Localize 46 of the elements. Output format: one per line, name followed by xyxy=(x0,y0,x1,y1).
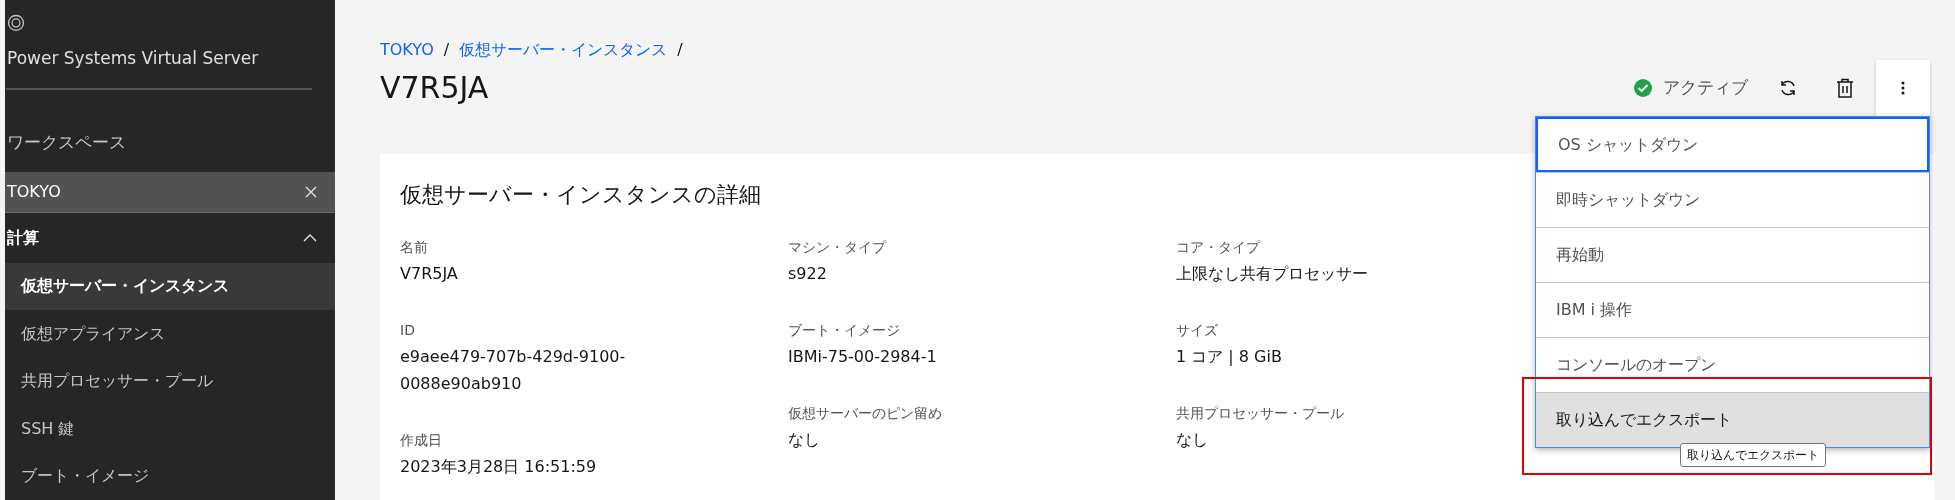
close-icon[interactable] xyxy=(305,186,317,199)
tooltip: 取り込んでエクスポート xyxy=(1680,443,1826,467)
field-label: 作成日 xyxy=(400,431,443,450)
workspace-label: ワークスペース xyxy=(7,131,127,155)
field-value: 上限なし共有プロセッサー xyxy=(1176,263,1369,285)
field-value: なし xyxy=(1176,429,1209,451)
product-title: Power Systems Virtual Server xyxy=(7,46,260,70)
field-value: なし xyxy=(788,429,821,451)
trash-icon[interactable] xyxy=(1836,78,1854,98)
menu-item[interactable]: IBM i 操作 xyxy=(1536,282,1929,337)
sidebar-item[interactable]: ブート・イメージ xyxy=(5,452,335,500)
field-value: 2023年3月28日 16:51:59 xyxy=(400,456,598,478)
overflow-icon xyxy=(1901,81,1905,95)
page-title: V7R5JA xyxy=(380,69,490,107)
workspace-selector[interactable]: TOKYO xyxy=(5,171,335,214)
field-label: サイズ xyxy=(1176,321,1219,340)
workspace-name: TOKYO xyxy=(7,181,61,204)
menu-item[interactable]: OS シャットダウン xyxy=(1536,117,1929,172)
field-label: 名前 xyxy=(400,238,429,257)
field-label: 共用プロセッサー・プール xyxy=(1176,404,1345,423)
breadcrumb-link[interactable]: TOKYO xyxy=(380,38,434,62)
section-header[interactable]: 計算 xyxy=(5,213,335,263)
field-label: マシン・タイプ xyxy=(788,238,888,257)
sidebar-item[interactable]: 仮想サーバー・インスタンス xyxy=(5,262,335,311)
logo-icon xyxy=(7,14,25,32)
field-value: e9aee479-707b-429d-9100-0088e90ab910 xyxy=(400,346,627,395)
field-label: コア・タイプ xyxy=(1176,238,1262,257)
field-label: ID xyxy=(400,321,416,340)
status-label: アクティブ xyxy=(1663,76,1748,100)
field-value: V7R5JA xyxy=(400,263,459,285)
sidebar-item[interactable]: 共用プロセッサー・プール xyxy=(5,357,335,406)
field-label: ブート・イメージ xyxy=(788,321,901,340)
menu-item[interactable]: 取り込んでエクスポート xyxy=(1536,392,1929,447)
refresh-icon[interactable] xyxy=(1778,78,1798,98)
menu-item[interactable]: 即時シャットダウン xyxy=(1536,172,1929,227)
breadcrumb-separator: / xyxy=(443,39,450,61)
field-value: IBMi-75-00-2984-1 xyxy=(788,346,938,368)
menu-item[interactable]: 再始動 xyxy=(1536,227,1929,282)
sidebar-item[interactable]: SSH 鍵 xyxy=(5,405,335,453)
card-title: 仮想サーバー・インスタンスの詳細 xyxy=(400,181,761,209)
field-value: 1 コア | 8 GiB xyxy=(1176,346,1283,368)
sidebar-item[interactable]: 仮想アプライアンス xyxy=(5,310,335,358)
breadcrumb-link[interactable]: 仮想サーバー・インスタンス xyxy=(459,38,668,62)
field-label: 仮想サーバーのピン留め xyxy=(788,404,943,423)
breadcrumb-separator: / xyxy=(677,39,683,61)
field-value: s922 xyxy=(788,263,828,285)
